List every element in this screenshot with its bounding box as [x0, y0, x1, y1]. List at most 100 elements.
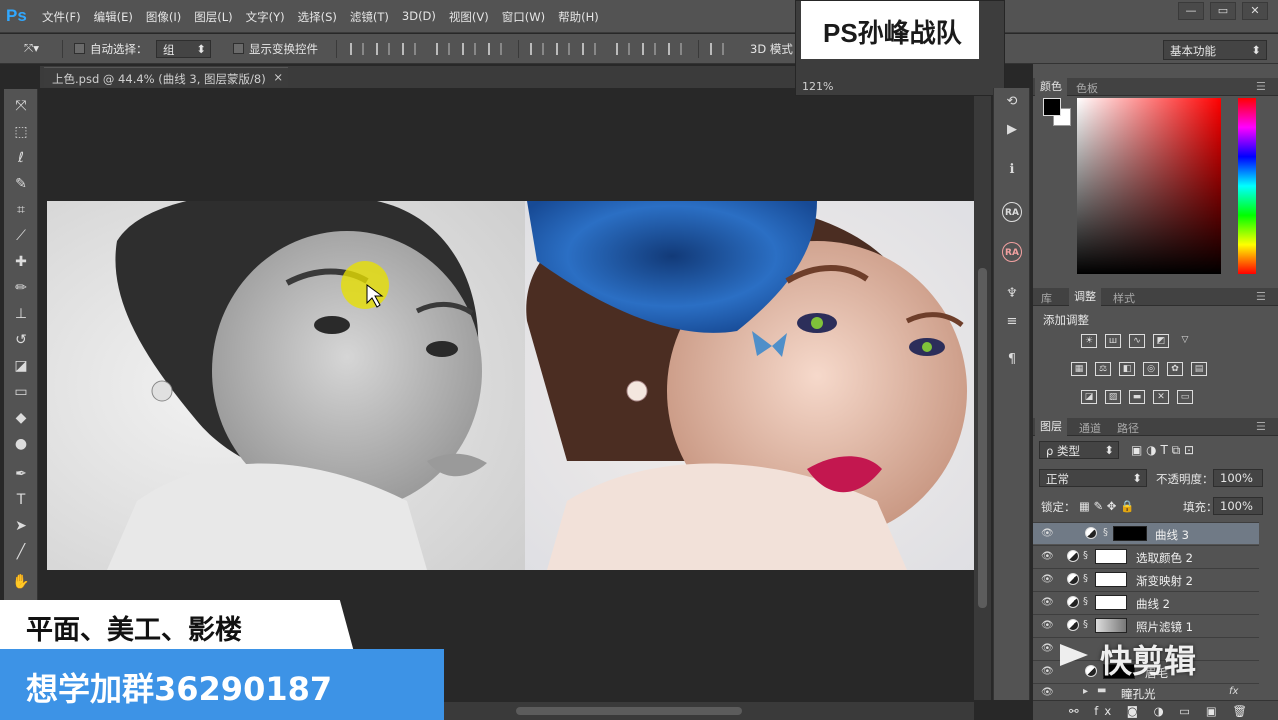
layer-mask-thumbnail[interactable] [1095, 572, 1127, 587]
info-icon[interactable]: ℹ [1002, 160, 1022, 180]
align-bottom-icon[interactable] [402, 43, 416, 55]
link-chain-icon[interactable]: § [1103, 527, 1108, 538]
fx-icon[interactable]: fx [1229, 686, 1238, 697]
menu-select[interactable]: 选择(S) [298, 9, 337, 25]
distribute-bottom-icon[interactable] [582, 43, 596, 55]
move-tool-icon[interactable]: ⤧ [12, 97, 30, 115]
foreground-color-swatch[interactable] [1043, 98, 1061, 116]
line-tool-icon[interactable]: ╱ [12, 543, 30, 561]
visibility-eye-icon[interactable]: 👁 [1041, 666, 1054, 677]
vibrance-icon[interactable]: ▽ [1177, 334, 1193, 348]
menu-layer[interactable]: 图层(L) [194, 9, 232, 25]
actions-play-icon[interactable]: ▶ [1002, 120, 1022, 140]
layer-mask-thumbnail[interactable] [1095, 618, 1127, 633]
invert-icon[interactable]: ◪ [1081, 390, 1097, 404]
history-icon[interactable]: ⟲ [1002, 92, 1022, 112]
blur-tool-icon[interactable]: ◆ [12, 409, 30, 427]
fill-input[interactable]: 100% [1213, 497, 1263, 515]
distribute-hcenter-icon[interactable] [642, 43, 656, 55]
dodge-tool-icon[interactable]: ● [12, 435, 30, 453]
ra-plugin-red-icon[interactable]: RA [1002, 242, 1022, 262]
lasso-tool-icon[interactable]: ℓ [12, 149, 30, 167]
distribute-right-icon[interactable] [668, 43, 682, 55]
eyedropper-tool-icon[interactable]: ⟋ [12, 227, 30, 245]
horizontal-scroll-thumb[interactable] [516, 707, 742, 715]
distribute-left-icon[interactable] [616, 43, 630, 55]
expand-arrow-icon[interactable]: ▸ [1083, 686, 1088, 697]
layer-row[interactable]: 👁 § 渐变映射 2 [1033, 568, 1259, 590]
visibility-eye-icon[interactable]: 👁 [1041, 597, 1054, 608]
vertical-scrollbar[interactable] [974, 88, 991, 700]
hue-slider[interactable] [1238, 98, 1256, 274]
marquee-tool-icon[interactable]: ⬚ [12, 123, 30, 141]
opacity-input[interactable]: 100% [1213, 469, 1263, 487]
levels-icon[interactable]: ш [1105, 334, 1121, 348]
visibility-eye-icon[interactable]: 👁 [1041, 528, 1054, 539]
layer-row[interactable]: 👁 ▸ ▬ 瞳孔光 fx [1033, 683, 1259, 701]
gradient-tool-icon[interactable]: ▭ [12, 383, 30, 401]
layer-actions-icons[interactable]: ⚯ fx ◙ ◑ ▭ ▣ 🗑 [1069, 704, 1253, 718]
close-window-button[interactable]: ✕ [1242, 2, 1268, 20]
auto-select-checkbox[interactable] [74, 43, 85, 54]
quick-select-tool-icon[interactable]: ✎ [12, 175, 30, 193]
layer-mask-thumbnail[interactable] [1113, 526, 1147, 541]
align-right-icon[interactable] [488, 43, 502, 55]
channel-mixer-icon[interactable]: ✿ [1167, 362, 1183, 376]
layer-row[interactable]: 👁 § 照片滤镜 1 [1033, 614, 1259, 636]
brush-tool-icon[interactable]: ✏ [12, 279, 30, 297]
move-tool-icon[interactable]: ⤧▾ [24, 41, 39, 56]
auto-align-icon[interactable] [710, 43, 724, 55]
color-balance-icon[interactable]: ⚖ [1095, 362, 1111, 376]
layer-row[interactable]: 👁 § 曲线 3 [1033, 522, 1259, 544]
align-left-icon[interactable] [436, 43, 450, 55]
menu-file[interactable]: 文件(F) [42, 9, 81, 25]
crop-tool-icon[interactable]: ⌗ [12, 201, 30, 219]
ra-plugin-icon[interactable]: RA [1002, 202, 1022, 222]
distribute-top-icon[interactable] [530, 43, 544, 55]
color-field[interactable] [1077, 98, 1221, 274]
maximize-button[interactable]: ▭ [1210, 2, 1236, 20]
stamp-tool-icon[interactable]: ⊥ [12, 305, 30, 323]
blend-mode-dropdown[interactable]: 正常 ⬍ [1039, 469, 1147, 487]
hue-saturation-icon[interactable]: ▦ [1071, 362, 1087, 376]
menu-filter[interactable]: 滤镜(T) [350, 9, 389, 25]
lock-icons[interactable]: ▦ ✎ ✥ 🔒 [1079, 499, 1134, 513]
auto-select-dropdown[interactable]: 组 ⬍ [156, 40, 211, 58]
brush-preset-icon[interactable]: ♆ [1002, 284, 1022, 304]
selective-color-icon[interactable]: ✕ [1153, 390, 1169, 404]
menu-3d[interactable]: 3D(D) [402, 9, 436, 25]
exposure-icon[interactable]: ◩ [1153, 334, 1169, 348]
close-tab-icon[interactable]: × [273, 70, 283, 84]
layer-row[interactable]: 👁 § 选取颜色 2 [1033, 545, 1259, 567]
layer-mask-thumbnail[interactable] [1095, 595, 1127, 610]
menu-image[interactable]: 图像(I) [146, 9, 181, 25]
paragraph-icon[interactable]: ¶ [1002, 350, 1022, 370]
visibility-eye-icon[interactable]: 👁 [1041, 687, 1054, 698]
navigator-zoom[interactable]: 121% [802, 80, 833, 93]
visibility-eye-icon[interactable]: 👁 [1041, 643, 1054, 654]
align-top-icon[interactable] [350, 43, 364, 55]
document-tab[interactable]: 上色.psd @ 44.4% (曲线 3, 图层蒙版/8) × [44, 67, 288, 87]
show-transform-checkbox[interactable] [233, 43, 244, 54]
gradient-map-icon[interactable]: ▭ [1177, 390, 1193, 404]
menu-help[interactable]: 帮助(H) [558, 9, 599, 25]
black-white-icon[interactable]: ◧ [1119, 362, 1135, 376]
fg-bg-swatches[interactable] [1043, 98, 1073, 128]
link-chain-icon[interactable]: § [1083, 619, 1088, 630]
photo-filter-icon[interactable]: ◎ [1143, 362, 1159, 376]
properties-icon[interactable]: ≡ [1002, 312, 1022, 332]
filter-pixel-icon[interactable]: ▣ ◑ T ⧉ ⊡ [1131, 443, 1194, 458]
menu-type[interactable]: 文字(Y) [246, 9, 285, 25]
curves-icon[interactable]: ∿ [1129, 334, 1145, 348]
posterize-icon[interactable]: ▨ [1105, 390, 1121, 404]
visibility-eye-icon[interactable]: 👁 [1041, 574, 1054, 585]
menu-edit[interactable]: 编辑(E) [94, 9, 133, 25]
align-vcenter-icon[interactable] [376, 43, 390, 55]
color-lookup-icon[interactable]: ▤ [1191, 362, 1207, 376]
layer-mask-thumbnail[interactable] [1095, 549, 1127, 564]
type-tool-icon[interactable]: T [12, 491, 30, 509]
link-chain-icon[interactable]: § [1083, 550, 1088, 561]
horizontal-scrollbar[interactable] [444, 702, 974, 720]
menu-view[interactable]: 视图(V) [449, 9, 489, 25]
brightness-icon[interactable]: ☀ [1081, 334, 1097, 348]
